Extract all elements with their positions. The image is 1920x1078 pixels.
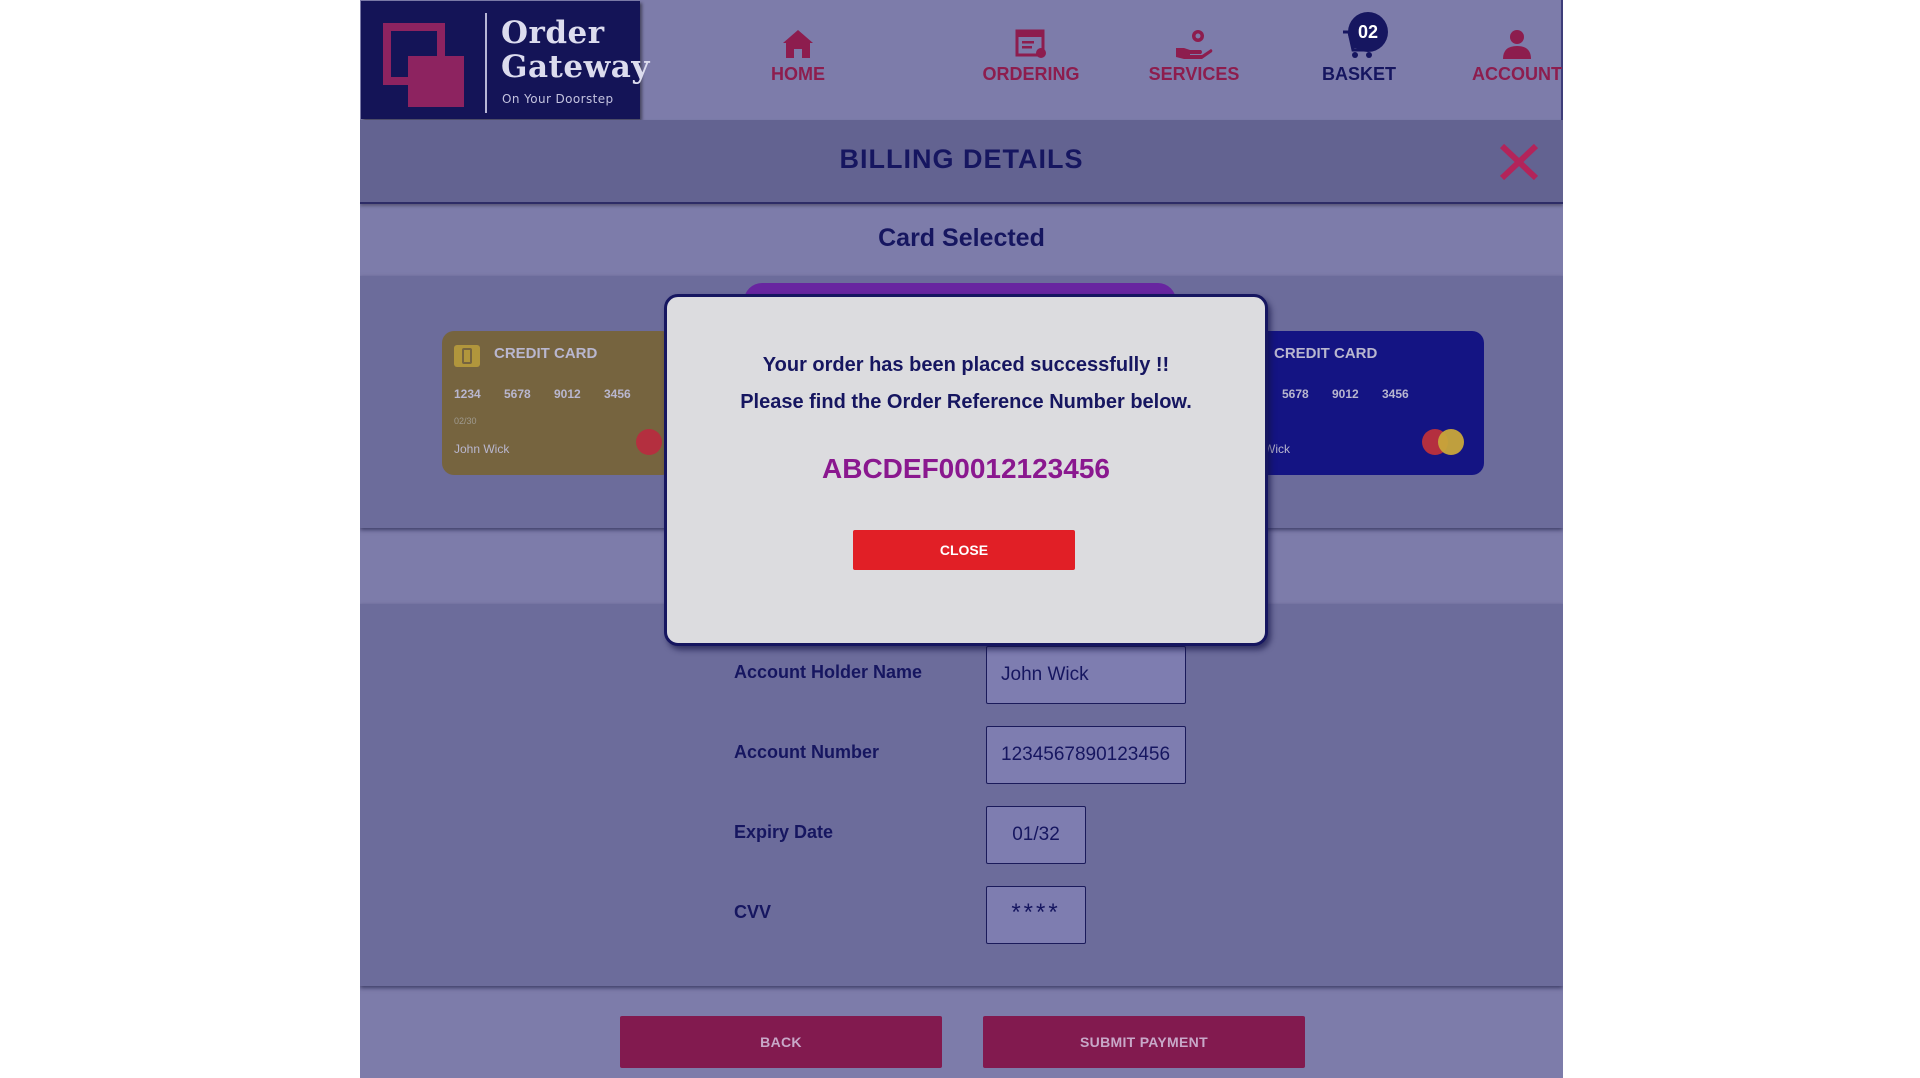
user-icon — [1503, 30, 1531, 59]
page-title: BILLING DETAILS — [839, 144, 1084, 174]
ordering-icon — [1015, 29, 1046, 58]
brand-tagline: On Your Doorstep — [502, 92, 614, 106]
card-number-group: 9012 — [1332, 387, 1359, 401]
expiry-date-field[interactable]: 01/32 — [986, 806, 1086, 864]
card-expiry: 02/30 — [454, 416, 477, 426]
reference-instruction: Please find the Order Reference Number b… — [740, 391, 1192, 413]
logo-divider — [485, 13, 487, 113]
brand-name-line2: Gateway — [501, 49, 650, 85]
cvv-label: CVV — [734, 902, 772, 922]
card-type: CREDIT CARD — [494, 345, 598, 362]
credit-card-1[interactable]: CREDIT CARD 1234 5678 9012 3456 02/30 Jo… — [442, 331, 674, 475]
success-message: Your order has been placed successfully … — [762, 354, 1170, 376]
nav-home-label: HOME — [771, 64, 825, 84]
order-reference-number: ABCDEF00012123456 — [822, 453, 1110, 484]
card-number-group: 5678 — [1282, 387, 1309, 401]
mastercard-logo-icon — [636, 429, 662, 455]
card-type: CREDIT CARD — [1274, 345, 1378, 362]
nav-basket[interactable]: BASKET 02 — [1294, 12, 1424, 85]
brand-logo[interactable]: Order Gateway On Your Doorstep — [361, 1, 649, 119]
cvv-field[interactable]: **** — [986, 886, 1086, 944]
brand-name-line1: Order — [501, 15, 605, 51]
billing-title-bar: BILLING DETAILS — [360, 120, 1563, 204]
close-icon[interactable] — [1498, 142, 1540, 182]
holder-name-field[interactable]: John Wick — [986, 646, 1186, 704]
mastercard-logo-icon — [1438, 429, 1464, 455]
top-header: Order Gateway On Your Doorstep HOME ORDE… — [360, 0, 1563, 120]
back-button[interactable]: BACK — [620, 1016, 942, 1068]
nav-ordering[interactable]: ORDERING — [961, 28, 1101, 85]
card-holder: John Wick — [454, 442, 510, 456]
card-number-group: 3456 — [1382, 387, 1409, 401]
services-icon — [1176, 30, 1213, 59]
account-number-field[interactable]: 1234567890123456 — [986, 726, 1186, 784]
nav-account-label: ACCOUNT — [1472, 64, 1562, 84]
expiry-date-label: Expiry Date — [734, 822, 834, 842]
nav-ordering-label: ORDERING — [982, 64, 1080, 84]
submit-payment-button[interactable]: SUBMIT PAYMENT — [983, 1016, 1305, 1068]
card-number-group: 9012 — [554, 387, 581, 401]
nav-account[interactable]: ACCOUNT — [1462, 28, 1563, 85]
billing-form: Account Holder Name John Wick Account Nu… — [360, 604, 1563, 986]
card-number-group: 3456 — [604, 387, 631, 401]
order-success-modal: Your order has been placed successfully … — [664, 294, 1268, 646]
account-number-label: Account Number — [734, 742, 880, 762]
modal-close-button[interactable]: CLOSE — [853, 530, 1075, 570]
card-number-group: 1234 — [454, 387, 481, 401]
card-number-group: 5678 — [504, 387, 531, 401]
credit-card-3[interactable]: CREDIT CARD 5678 9012 3456 Wick — [1252, 331, 1484, 475]
card-chip-icon — [454, 345, 480, 367]
section-title-card-selected: Card Selected — [878, 224, 1045, 252]
nav-services[interactable]: SERVICES — [1124, 28, 1264, 85]
nav-services-label: SERVICES — [1148, 64, 1240, 84]
holder-name-label: Account Holder Name — [734, 662, 923, 682]
nav-home[interactable]: HOME — [738, 28, 858, 85]
basket-count-badge: 02 — [1348, 12, 1388, 52]
nav-basket-label: BASKET — [1321, 64, 1396, 84]
logo-square-filled — [408, 56, 464, 107]
home-icon — [783, 30, 813, 58]
